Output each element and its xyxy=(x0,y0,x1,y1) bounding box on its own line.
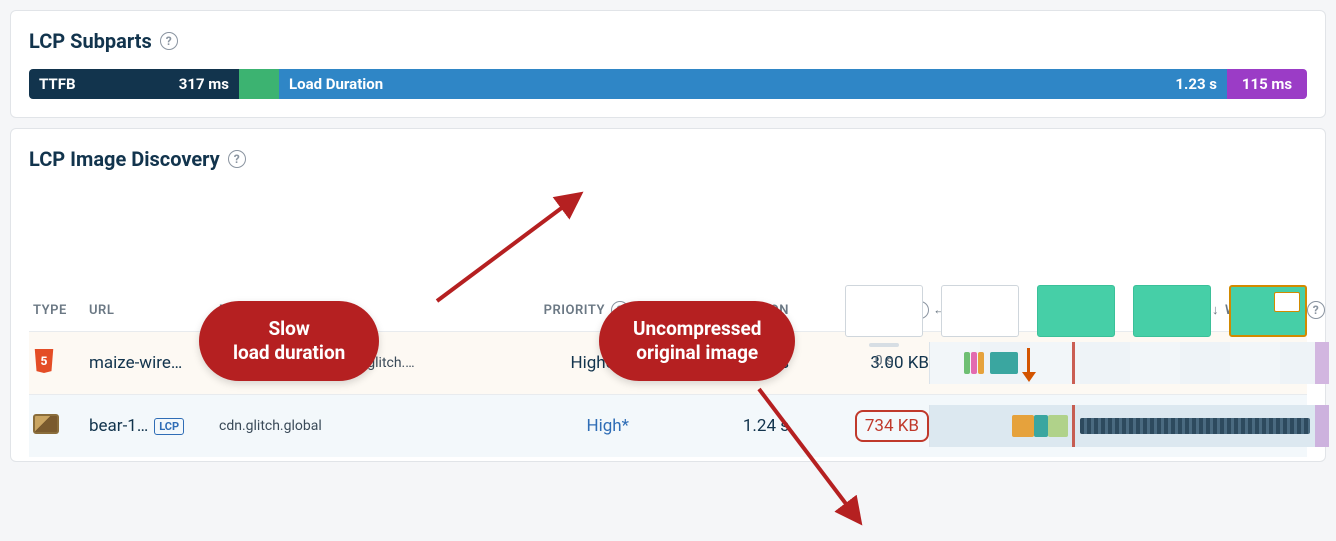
help-icon[interactable]: ? xyxy=(228,150,246,168)
lcp-marker xyxy=(1072,342,1075,384)
filmstrip-thumb-blank xyxy=(941,285,1019,337)
url-cell[interactable]: bear-1… LCP xyxy=(89,416,219,436)
domain-cell: cdn.glitch.global xyxy=(219,418,489,434)
annotation-arrow-icon xyxy=(429,181,629,301)
load-duration-segment[interactable]: Load Duration 1.23 s xyxy=(279,69,1227,99)
filmstrip-thumb-blank xyxy=(845,285,923,337)
filmstrip-tick: 0 s xyxy=(875,353,894,369)
waterfall-bar xyxy=(1080,418,1310,434)
col-url[interactable]: URL xyxy=(89,303,219,318)
lcp-image-discovery-title: LCP Image Discovery xyxy=(29,147,220,171)
image-icon xyxy=(33,414,59,434)
size-cell-alert: 734 KB xyxy=(855,410,929,442)
lcp-marker xyxy=(1072,405,1075,447)
url-text: bear-1… xyxy=(89,416,148,436)
filmstrip-progress xyxy=(869,343,899,347)
help-icon[interactable]: ? xyxy=(160,32,178,50)
load-delay-segment[interactable] xyxy=(239,69,279,99)
render-delay-segment[interactable]: 115 ms xyxy=(1227,69,1307,99)
filmstrip-thumb-lcp xyxy=(1229,285,1307,337)
annotation-uncompressed: Uncompressed original image xyxy=(599,301,795,381)
waterfall-bar xyxy=(990,352,1018,374)
url-text: maize-wire… xyxy=(89,353,182,373)
lcp-badge: LCP xyxy=(154,418,184,435)
waterfall-bar xyxy=(1315,405,1329,447)
waterfall-cell[interactable] xyxy=(929,405,1329,447)
type-cell xyxy=(29,414,89,438)
lcp-subparts-bar: TTFB 317 ms Load Duration 1.23 s 115 ms xyxy=(29,69,1307,99)
load-duration-label: Load Duration xyxy=(289,75,383,93)
lcp-image-discovery-header: LCP Image Discovery ? xyxy=(29,147,1307,171)
table-row[interactable]: bear-1… LCP cdn.glitch.global High* 1.24… xyxy=(29,394,1307,457)
lcp-subparts-title: LCP Subparts xyxy=(29,29,152,53)
waterfall-bar xyxy=(964,352,970,374)
filmstrip-thumb-green xyxy=(1037,285,1115,337)
annotation-slow-load: Slow load duration xyxy=(199,301,379,381)
priority-cell[interactable]: High* xyxy=(489,416,629,436)
discovery-body: 0 s 0.5 s 1.0 s . 1.5 s xyxy=(29,291,1307,457)
duration-cell: 1.24 s xyxy=(629,416,789,436)
ttfb-segment[interactable]: TTFB 317 ms xyxy=(29,69,239,99)
html5-icon xyxy=(33,349,55,373)
render-delay-value: 115 ms xyxy=(1242,75,1292,93)
url-cell[interactable]: maize-wire… xyxy=(89,353,219,373)
filmstrip-frame[interactable]: 0 s xyxy=(845,285,923,369)
help-icon[interactable]: ? xyxy=(1307,301,1325,319)
lcp-image-discovery-card: LCP Image Discovery ? 0 s 0.5 s 1.0 s xyxy=(10,128,1326,462)
load-duration-value: 1.23 s xyxy=(1175,75,1217,93)
col-type[interactable]: TYPE xyxy=(29,303,89,318)
col-priority-label: PRIORITY xyxy=(544,303,605,318)
filmstrip-thumb-green xyxy=(1133,285,1211,337)
lcp-subparts-header: LCP Subparts ? xyxy=(29,29,1307,53)
ttfb-label: TTFB xyxy=(39,75,76,93)
ttfb-value: 317 ms xyxy=(179,75,229,93)
waterfall-bar xyxy=(1012,415,1034,437)
type-cell xyxy=(29,349,89,377)
waterfall-bar xyxy=(1315,342,1329,384)
discovery-arrow-icon xyxy=(1022,348,1036,382)
waterfall-bar xyxy=(971,352,977,374)
waterfall-bar xyxy=(978,352,984,374)
waterfall-cell[interactable] xyxy=(929,342,1329,384)
waterfall-bar xyxy=(1034,415,1048,437)
waterfall-bar xyxy=(1048,415,1068,437)
lcp-subparts-card: LCP Subparts ? TTFB 317 ms Load Duration… xyxy=(10,10,1326,118)
